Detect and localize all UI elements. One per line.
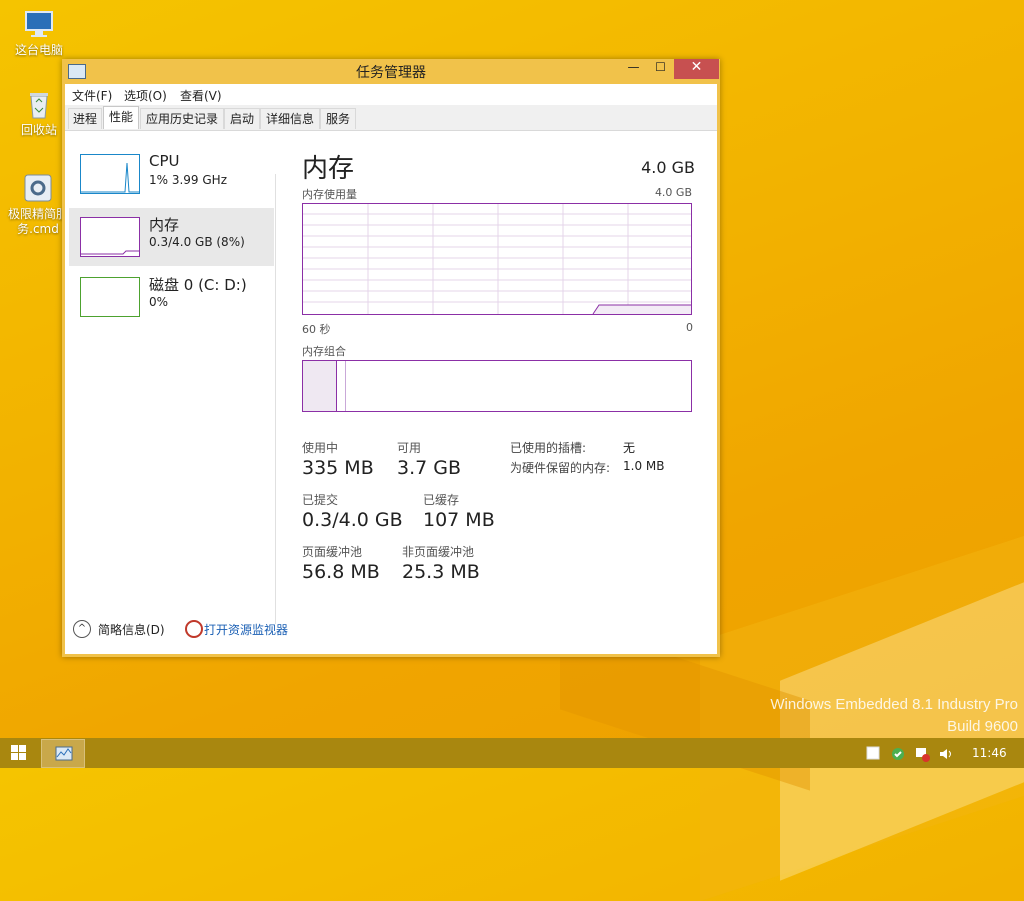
reserved-label: 为硬件保留的内存: bbox=[510, 461, 611, 475]
graph-time-right: 0 bbox=[686, 321, 693, 334]
resource-title: 内存 bbox=[149, 216, 180, 234]
action-center-icon[interactable] bbox=[866, 746, 880, 760]
watermark-line: Build 9600 bbox=[947, 718, 1018, 735]
stat-cached-value: 107 MB bbox=[423, 509, 495, 531]
resource-title: CPU bbox=[149, 152, 180, 170]
disk-thumbnail bbox=[80, 277, 140, 317]
resource-item-memory[interactable]: 内存 0.3/4.0 GB (8%) bbox=[69, 208, 274, 266]
stat-in-use-value: 335 MB bbox=[302, 457, 374, 479]
stat-paged-label: 页面缓冲池 bbox=[302, 545, 363, 559]
taskbar: 11:46 bbox=[0, 738, 1024, 768]
desktop-icon-label: 回收站 bbox=[20, 123, 57, 137]
stat-paged-value: 56.8 MB bbox=[302, 561, 380, 583]
windows-logo-icon bbox=[11, 745, 18, 752]
close-button[interactable]: ✕ bbox=[674, 59, 719, 79]
stat-cached-label: 已缓存 bbox=[423, 493, 460, 507]
reserved-value: 1.0 MB bbox=[623, 459, 665, 473]
detail-title: 内存 bbox=[302, 154, 355, 184]
tab-services[interactable]: 服务 bbox=[320, 108, 356, 129]
tab-processes[interactable]: 进程 bbox=[68, 108, 102, 129]
pane-divider bbox=[275, 174, 276, 624]
memory-usage-graph bbox=[302, 203, 692, 315]
usage-graph-label: 内存使用量 bbox=[302, 188, 357, 201]
tab-performance[interactable]: 性能 bbox=[103, 106, 139, 129]
slots-label: 已使用的插槽: bbox=[510, 441, 587, 455]
window-client: 文件(F) 选项(O) 查看(V) 进程 性能 应用历史记录 启动 详细信息 服… bbox=[65, 84, 717, 654]
graph-time-left: 60 秒 bbox=[302, 323, 331, 336]
resource-item-cpu[interactable]: CPU 1% 3.99 GHz bbox=[69, 148, 274, 206]
windows-logo-icon bbox=[11, 753, 18, 760]
recycle-bin-icon bbox=[23, 88, 55, 120]
footer-bar: ^ 简略信息(D) 打开资源监视器 bbox=[65, 614, 717, 644]
task-manager-window[interactable]: 任务管理器 — ☐ ✕ 文件(F) 选项(O) 查看(V) 进程 性能 应用历史… bbox=[62, 59, 720, 657]
stat-available-value: 3.7 GB bbox=[397, 457, 462, 479]
watermark-line: Windows Embedded 8.1 Industry Pro bbox=[770, 696, 1018, 713]
desktop-icon-label: 这台电脑 bbox=[14, 43, 63, 57]
menu-options[interactable]: 选项(O) bbox=[124, 87, 167, 104]
menu-file[interactable]: 文件(F) bbox=[72, 87, 112, 104]
desktop-icon-label: 极限精简服 bbox=[8, 207, 69, 221]
tab-details[interactable]: 详细信息 bbox=[260, 108, 320, 129]
tab-app-history[interactable]: 应用历史记录 bbox=[140, 108, 224, 129]
gear-file-icon bbox=[22, 172, 54, 204]
fewer-details-button[interactable]: 简略信息(D) bbox=[98, 621, 165, 638]
desktop-icon-label: 务.cmd bbox=[17, 222, 59, 236]
windows-watermark: Windows Embedded 8.1 Industry Pro Build … bbox=[770, 694, 1018, 738]
windows-logo-icon bbox=[19, 753, 26, 760]
usage-graph-max: 4.0 GB bbox=[654, 186, 692, 199]
resource-monitor-icon bbox=[185, 620, 203, 638]
composition-label: 内存组合 bbox=[302, 345, 346, 358]
detail-total: 4.0 GB bbox=[641, 158, 695, 177]
open-resource-monitor-link[interactable]: 打开资源监视器 bbox=[204, 621, 288, 638]
volume-icon[interactable] bbox=[938, 746, 952, 760]
resource-title: 磁盘 0 (C: D:) bbox=[149, 276, 247, 294]
cpu-thumbnail bbox=[80, 154, 140, 194]
stat-committed-label: 已提交 bbox=[302, 493, 339, 507]
computer-icon bbox=[23, 8, 55, 40]
stat-committed-value: 0.3/4.0 GB bbox=[302, 509, 403, 531]
memory-composition-bar bbox=[302, 360, 692, 412]
network-icon[interactable] bbox=[914, 746, 930, 762]
memory-thumbnail bbox=[80, 217, 140, 257]
menu-bar: 文件(F) 选项(O) 查看(V) bbox=[65, 84, 717, 104]
tab-strip: 进程 性能 应用历史记录 启动 详细信息 服务 bbox=[65, 105, 717, 131]
task-manager-icon bbox=[55, 746, 73, 761]
title-bar[interactable]: 任务管理器 — ☐ ✕ bbox=[62, 59, 720, 83]
stat-in-use-label: 使用中 bbox=[302, 441, 339, 455]
start-button[interactable] bbox=[11, 745, 27, 761]
composition-divider bbox=[336, 361, 337, 411]
desktop-icon-recycle-bin[interactable]: 回收站 bbox=[9, 88, 69, 138]
resource-subtitle: 0% bbox=[149, 295, 169, 309]
tab-startup[interactable]: 启动 bbox=[224, 108, 260, 129]
desktop-icon-this-pc[interactable]: 这台电脑 bbox=[9, 8, 69, 58]
resource-subtitle: 1% 3.99 GHz bbox=[149, 173, 228, 187]
chevron-up-icon[interactable]: ^ bbox=[73, 620, 91, 638]
windows-logo-icon bbox=[19, 745, 26, 752]
slots-value: 无 bbox=[623, 441, 636, 455]
composition-divider bbox=[345, 361, 346, 411]
stat-available-label: 可用 bbox=[397, 441, 422, 455]
resource-subtitle: 0.3/4.0 GB (8%) bbox=[149, 235, 245, 249]
desktop-icon-cmd[interactable]: 极限精简服 务.cmd bbox=[8, 172, 68, 237]
composition-in-use bbox=[303, 361, 336, 411]
stat-nonpaged-value: 25.3 MB bbox=[402, 561, 480, 583]
clock[interactable]: 11:46 bbox=[972, 746, 1007, 760]
menu-view[interactable]: 查看(V) bbox=[180, 87, 222, 104]
stat-nonpaged-label: 非页面缓冲池 bbox=[402, 545, 475, 559]
security-icon[interactable] bbox=[890, 746, 904, 760]
resource-item-disk[interactable]: 磁盘 0 (C: D:) 0% bbox=[69, 268, 274, 326]
taskbar-task-manager-button[interactable] bbox=[41, 739, 85, 768]
minimize-button[interactable]: — bbox=[620, 60, 647, 79]
maximize-button[interactable]: ☐ bbox=[647, 60, 674, 79]
